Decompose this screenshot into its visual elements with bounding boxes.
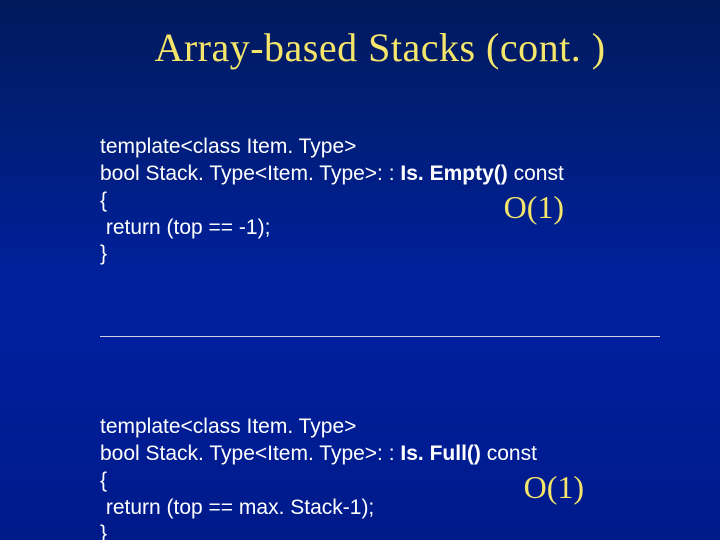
code-line: } xyxy=(100,522,107,540)
code-bold: Is. Empty() xyxy=(400,162,507,185)
code-text: const xyxy=(508,162,564,185)
code-line: template<class Item. Type> xyxy=(100,415,356,438)
code-line: bool Stack. Type<Item. Type>: : Is. Full… xyxy=(100,442,537,465)
code-text: bool Stack. Type<Item. Type>: : xyxy=(100,442,400,465)
slide: Array-based Stacks (cont. ) template<cla… xyxy=(0,0,720,540)
code-line: return (top == -1); xyxy=(100,216,270,239)
code-text: const xyxy=(481,442,537,465)
code-text: bool Stack. Type<Item. Type>: : xyxy=(100,162,400,185)
complexity-label: O(1) xyxy=(524,467,584,508)
slide-title: Array-based Stacks (cont. ) xyxy=(100,24,660,71)
code-line: { xyxy=(100,189,107,212)
code-block-isempty: template<class Item. Type> bool Stack. T… xyxy=(100,107,660,322)
code-bold: Is. Full() xyxy=(400,442,481,465)
divider xyxy=(100,336,660,337)
code-line: template<class Item. Type> xyxy=(100,135,356,158)
code-line: { xyxy=(100,469,107,492)
code-line: bool Stack. Type<Item. Type>: : Is. Empt… xyxy=(100,162,564,185)
code-line: return (top == max. Stack-1); xyxy=(100,496,374,519)
code-line: } xyxy=(100,242,107,265)
complexity-label: O(1) xyxy=(504,187,564,228)
code-block-isfull: template<class Item. Type> bool Stack. T… xyxy=(100,387,660,540)
